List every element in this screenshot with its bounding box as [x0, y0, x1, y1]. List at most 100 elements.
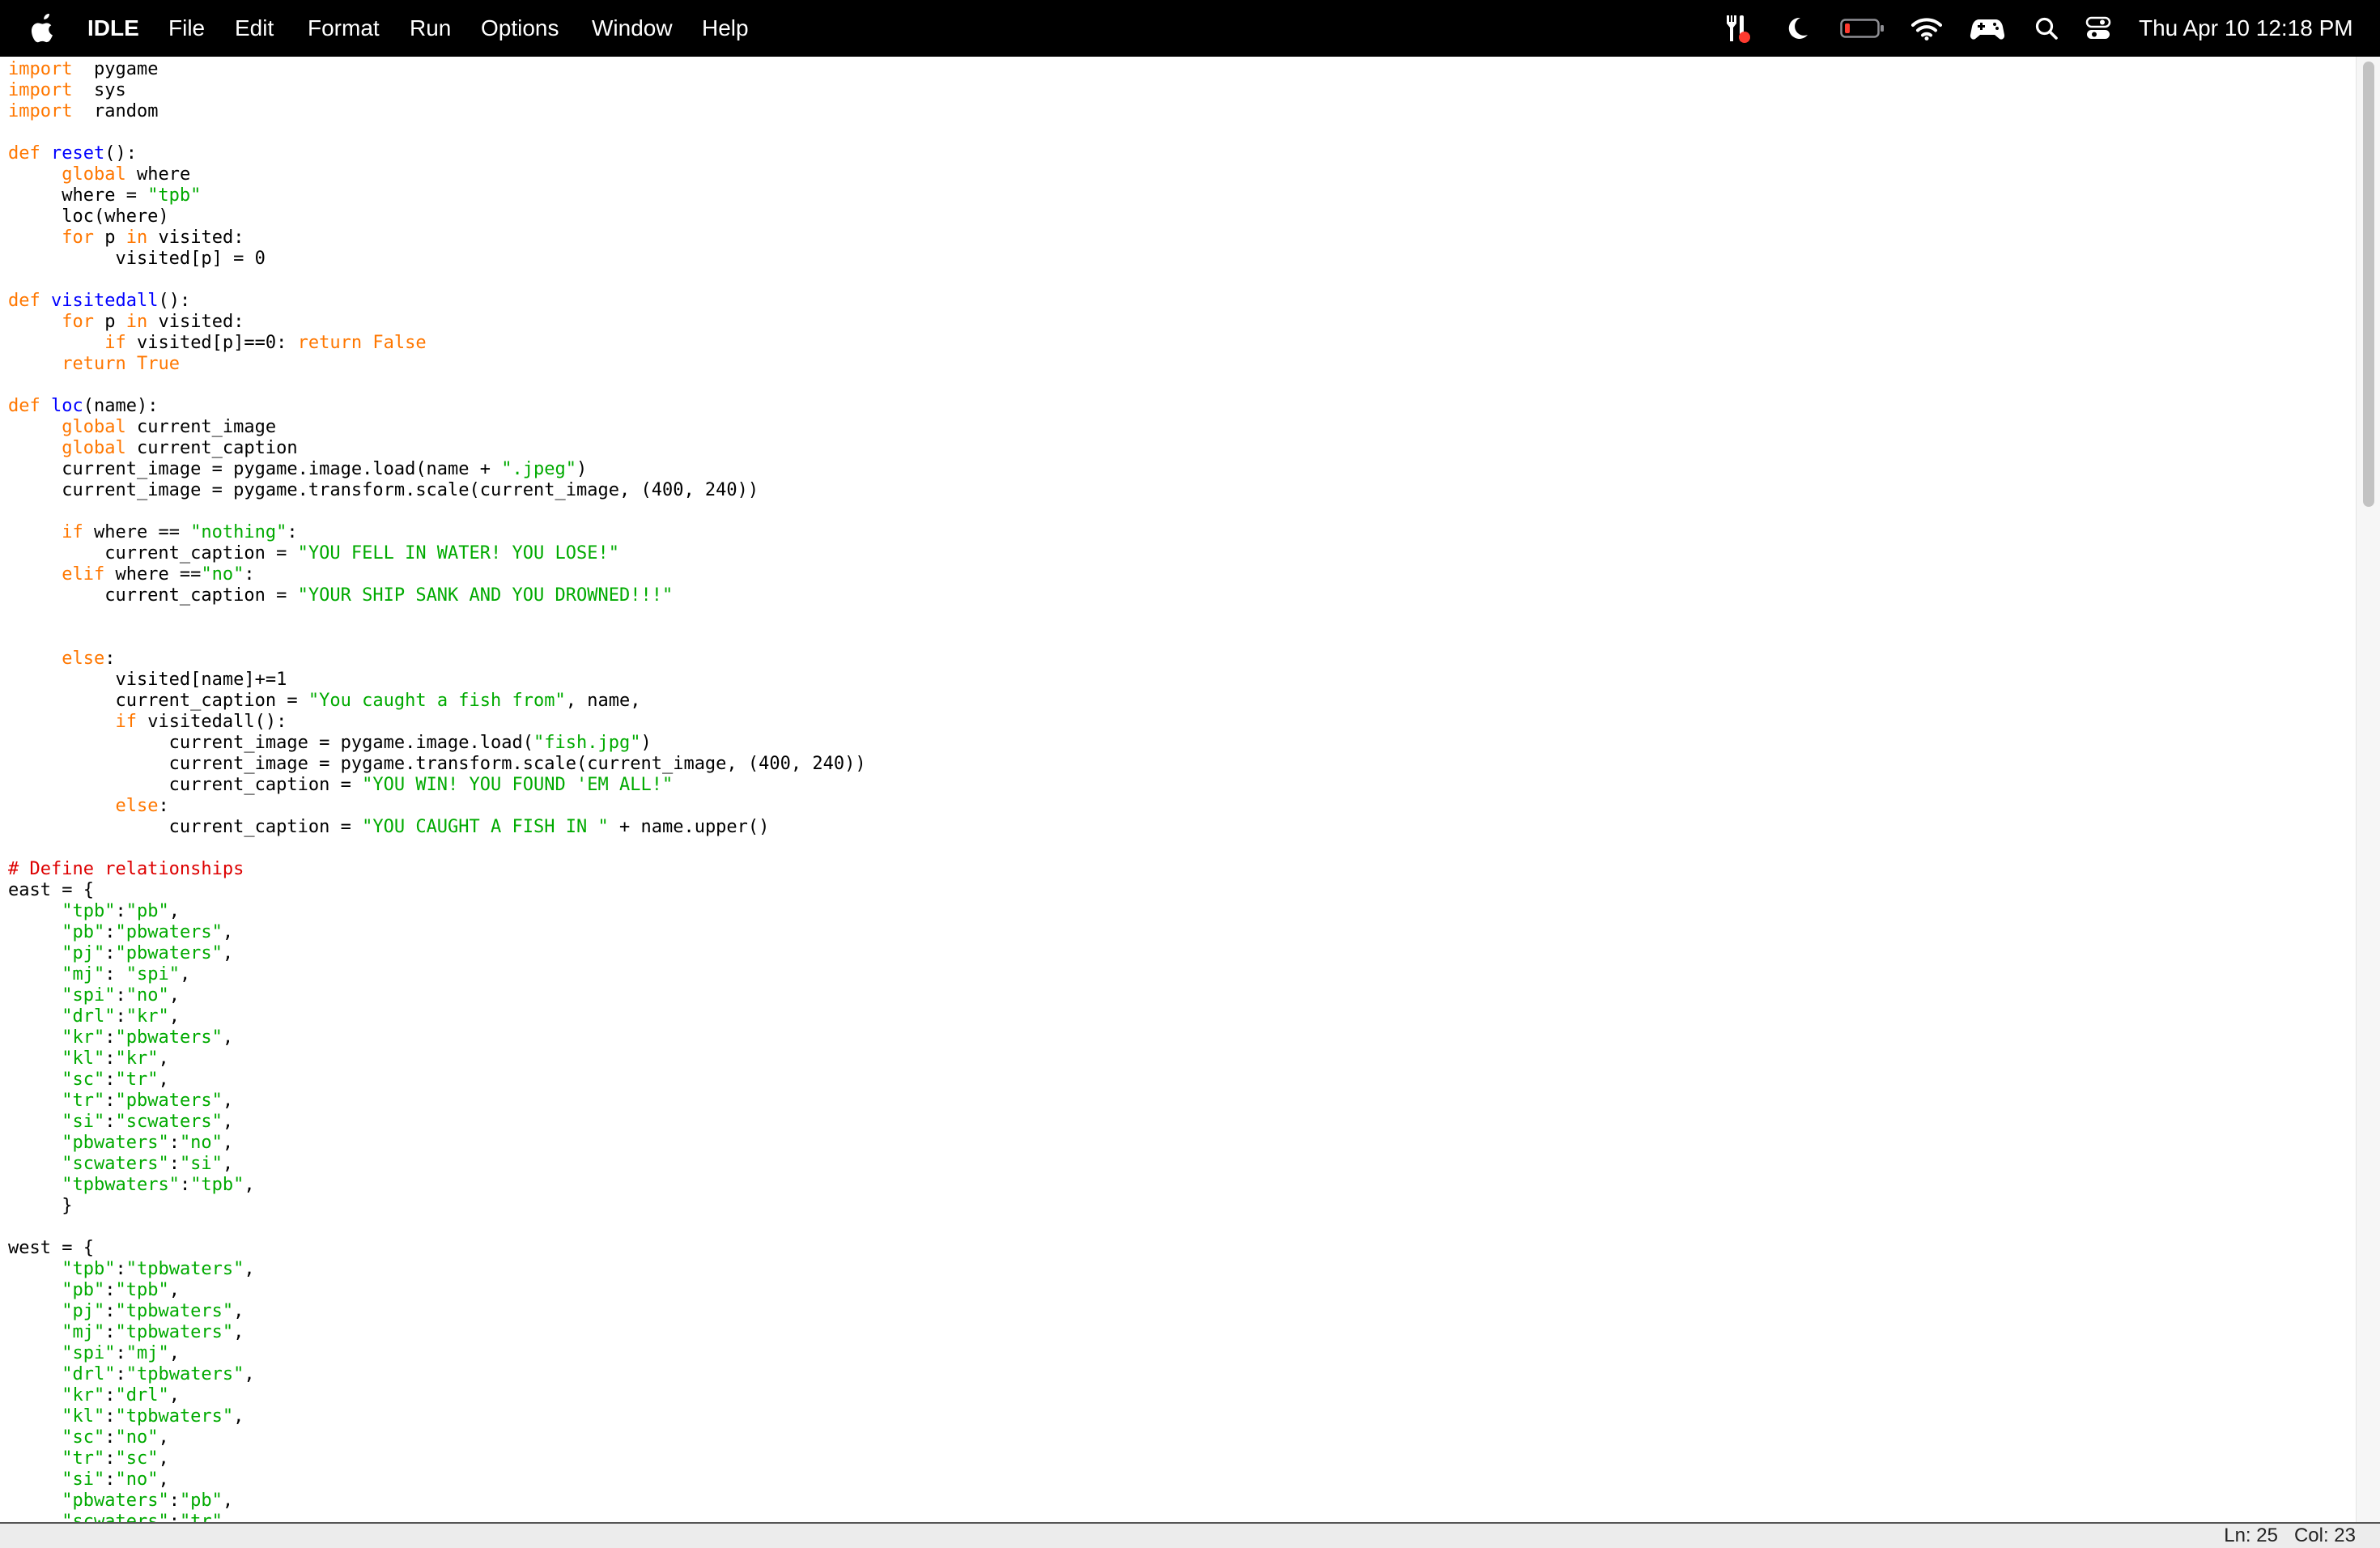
- code-line[interactable]: "spi":"mj",: [8, 1343, 866, 1364]
- code-editor[interactable]: import pygame import sys import random def…: [0, 57, 2356, 1522]
- code-line[interactable]: elif where =="no":: [8, 564, 866, 585]
- code-line[interactable]: "kl":"tpbwaters",: [8, 1406, 866, 1427]
- code-line[interactable]: current_caption = "You caught a fish fro…: [8, 691, 866, 712]
- code-line[interactable]: west = {: [8, 1238, 866, 1259]
- code-line[interactable]: [8, 375, 866, 396]
- code-line[interactable]: [8, 606, 866, 627]
- code-line[interactable]: "pbwaters":"pb",: [8, 1491, 866, 1512]
- code-line[interactable]: "tpb":"tpbwaters",: [8, 1259, 866, 1280]
- code-line[interactable]: for p in visited:: [8, 228, 866, 249]
- code-token: global: [62, 438, 126, 458]
- code-line[interactable]: if where == "nothing":: [8, 522, 866, 543]
- code-line[interactable]: "kl":"kr",: [8, 1048, 866, 1070]
- code-line[interactable]: [8, 270, 866, 291]
- code-line[interactable]: global current_image: [8, 417, 866, 438]
- code-line[interactable]: def loc(name):: [8, 396, 866, 417]
- code-token: "tr": [62, 1448, 105, 1469]
- app-status-icon[interactable]: [1719, 12, 1752, 45]
- code-line[interactable]: [8, 1217, 866, 1238]
- code-line[interactable]: "pb":"pbwaters",: [8, 922, 866, 943]
- code-line[interactable]: }: [8, 1196, 866, 1217]
- code-line[interactable]: "drl":"tpbwaters",: [8, 1364, 866, 1385]
- code-token: ,: [233, 1322, 244, 1342]
- code-line[interactable]: "si":"no",: [8, 1469, 866, 1491]
- code-line[interactable]: [8, 838, 866, 859]
- code-line[interactable]: current_image = pygame.transform.scale(c…: [8, 480, 866, 501]
- code-line[interactable]: "kr":"drl",: [8, 1385, 866, 1406]
- menu-edit[interactable]: Edit: [235, 0, 274, 57]
- code-line[interactable]: current_image = pygame.image.load("fish.…: [8, 733, 866, 754]
- battery-icon[interactable]: [1839, 12, 1886, 45]
- code-line[interactable]: "tr":"sc",: [8, 1448, 866, 1469]
- code-line[interactable]: "spi":"no",: [8, 985, 866, 1006]
- search-icon[interactable]: [2030, 12, 2063, 45]
- menu-run[interactable]: Run: [410, 0, 451, 57]
- menubar-clock[interactable]: Thu Apr 10 12:18 PM: [2139, 0, 2353, 57]
- code-line[interactable]: if visitedall():: [8, 712, 866, 733]
- wifi-icon[interactable]: [1910, 12, 1943, 45]
- code-line[interactable]: def reset():: [8, 143, 866, 164]
- code-token: :: [168, 1154, 180, 1174]
- app-name-menu[interactable]: IDLE: [87, 0, 139, 57]
- code-line[interactable]: import sys: [8, 80, 866, 101]
- code-line[interactable]: if visited[p]==0: return False: [8, 333, 866, 354]
- code-line[interactable]: current_image = pygame.image.load(name +…: [8, 459, 866, 480]
- code-line[interactable]: import pygame: [8, 59, 866, 80]
- code-line[interactable]: "tpb":"pb",: [8, 901, 866, 922]
- code-line[interactable]: visited[name]+=1: [8, 670, 866, 691]
- code-line[interactable]: "drl":"kr",: [8, 1006, 866, 1027]
- code-line[interactable]: "sc":"no",: [8, 1427, 866, 1448]
- code-line[interactable]: global current_caption: [8, 438, 866, 459]
- code-line[interactable]: visited[p] = 0: [8, 249, 866, 270]
- code-line[interactable]: [8, 627, 866, 649]
- vertical-scrollbar[interactable]: [2356, 57, 2380, 1522]
- focus-moon-icon[interactable]: [1781, 12, 1813, 45]
- code-line[interactable]: "si":"scwaters",: [8, 1112, 866, 1133]
- code-line[interactable]: for p in visited:: [8, 312, 866, 333]
- code-line[interactable]: current_caption = "YOU FELL IN WATER! YO…: [8, 543, 866, 564]
- code-line[interactable]: return True: [8, 354, 866, 375]
- scrollbar-thumb[interactable]: [2363, 62, 2374, 507]
- code-token: ): [640, 733, 652, 753]
- code-line[interactable]: current_caption = "YOU CAUGHT A FISH IN …: [8, 817, 866, 838]
- code-line[interactable]: "pbwaters":"no",: [8, 1133, 866, 1154]
- menu-options[interactable]: Options: [481, 0, 559, 57]
- code-token: ,: [222, 922, 234, 942]
- code-line[interactable]: current_caption = "YOUR SHIP SANK AND YO…: [8, 585, 866, 606]
- menu-format[interactable]: Format: [308, 0, 380, 57]
- code-line[interactable]: where = "tpb": [8, 185, 866, 206]
- code-line[interactable]: current_caption = "YOU WIN! YOU FOUND 'E…: [8, 775, 866, 796]
- menu-help[interactable]: Help: [702, 0, 749, 57]
- game-controller-icon[interactable]: [1969, 12, 2006, 45]
- code-token: "kl": [62, 1406, 105, 1427]
- code-line[interactable]: [8, 122, 866, 143]
- apple-icon[interactable]: [28, 12, 60, 45]
- code-line[interactable]: "mj": "spi",: [8, 964, 866, 985]
- code-line[interactable]: "pj":"tpbwaters",: [8, 1301, 866, 1322]
- menu-file[interactable]: File: [168, 0, 205, 57]
- code-line[interactable]: east = {: [8, 880, 866, 901]
- code-text[interactable]: import pygame import sys import random def…: [8, 59, 866, 1522]
- code-line[interactable]: "scwaters":"si",: [8, 1154, 866, 1175]
- code-line[interactable]: "pb":"tpb",: [8, 1280, 866, 1301]
- code-line[interactable]: "scwaters":"tr",: [8, 1512, 866, 1522]
- code-line[interactable]: import random: [8, 101, 866, 122]
- code-line[interactable]: "tr":"pbwaters",: [8, 1091, 866, 1112]
- code-line[interactable]: else:: [8, 649, 866, 670]
- control-center-icon[interactable]: [2082, 12, 2114, 45]
- code-line[interactable]: loc(where): [8, 206, 866, 228]
- code-line[interactable]: current_image = pygame.transform.scale(c…: [8, 754, 866, 775]
- code-line[interactable]: # Define relationships: [8, 859, 866, 880]
- code-line[interactable]: "pj":"pbwaters",: [8, 943, 866, 964]
- code-line[interactable]: "kr":"pbwaters",: [8, 1027, 866, 1048]
- code-line[interactable]: def visitedall():: [8, 291, 866, 312]
- menu-window[interactable]: Window: [592, 0, 673, 57]
- code-line[interactable]: [8, 501, 866, 522]
- code-line[interactable]: global where: [8, 164, 866, 185]
- code-line[interactable]: else:: [8, 796, 866, 817]
- code-line[interactable]: "mj":"tpbwaters",: [8, 1322, 866, 1343]
- code-line[interactable]: "sc":"tr",: [8, 1070, 866, 1091]
- code-line[interactable]: "tpbwaters":"tpb",: [8, 1175, 866, 1196]
